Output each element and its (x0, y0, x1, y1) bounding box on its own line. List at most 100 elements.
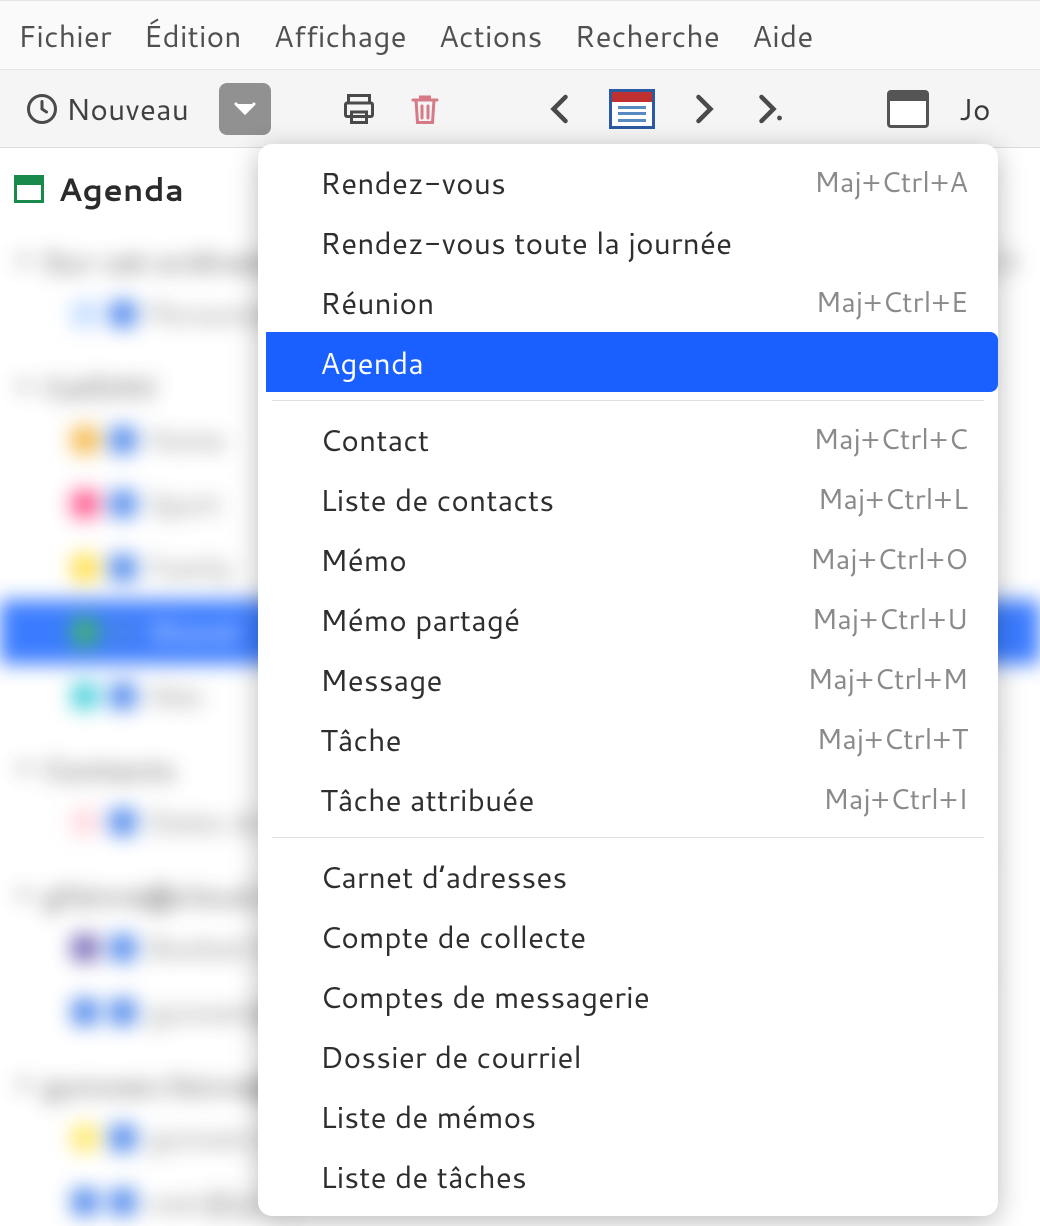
menu-item[interactable]: Comptes de messagerie (258, 966, 998, 1026)
menu-item-label: Contact (320, 418, 429, 461)
color-swatch-icon (110, 301, 136, 327)
menu-view[interactable]: Affichage (274, 14, 407, 57)
chevron-down-icon (234, 102, 256, 116)
goto-date-button[interactable] (887, 83, 929, 135)
color-swatch-icon (72, 301, 98, 327)
menu-item-label: Comptes de messagerie (320, 975, 650, 1018)
menu-file[interactable]: Fichier (18, 14, 112, 57)
menu-item-label: Rendez-vous toute la journée (320, 221, 732, 264)
menu-item[interactable]: Rendez-vous Maj+Ctrl+A (258, 152, 998, 212)
menu-item-shortcut: Maj+Ctrl+O (810, 539, 968, 579)
menu-item[interactable]: RéunionMaj+Ctrl+E (258, 272, 998, 332)
menu-item-label: Rendez-vous (320, 161, 506, 204)
sidebar-item-label: Family (148, 548, 233, 588)
chevron-right-icon (685, 91, 721, 127)
menu-search[interactable]: Recherche (574, 14, 719, 57)
menu-item[interactable]: Mémo Maj+Ctrl+O (258, 529, 998, 589)
view-title: Agenda (58, 167, 184, 212)
menu-item-label: Agenda (320, 341, 424, 384)
menu-item[interactable]: Agenda (266, 332, 998, 392)
trash-icon (407, 91, 443, 127)
printer-icon (341, 91, 377, 127)
new-button[interactable]: Nouveau (24, 83, 189, 135)
today-button[interactable] (609, 83, 655, 135)
chevron-down-icon (16, 891, 32, 901)
menu-item[interactable]: Dossier de courriel (258, 1026, 998, 1086)
color-swatch-icon (110, 809, 136, 835)
color-swatch-icon (72, 999, 98, 1025)
menubar: Fichier Édition Affichage Actions Recher… (0, 0, 1040, 70)
menu-item[interactable]: Rendez-vous toute la journée (258, 212, 998, 272)
menu-item-label: Compte de collecte (320, 915, 586, 958)
menu-help[interactable]: Aide (752, 14, 813, 57)
sidebar-item-label: Home (148, 420, 225, 460)
menu-edit[interactable]: Édition (144, 14, 242, 57)
sidebar-group-label: CalDAV (42, 368, 157, 408)
jump-next-button[interactable] (751, 83, 787, 135)
menu-item[interactable]: TâcheMaj+Ctrl+T (258, 709, 998, 769)
menu-item[interactable]: Liste de tâches (258, 1146, 998, 1206)
color-swatch-icon (110, 555, 136, 581)
color-swatch-icon (72, 427, 98, 453)
chevron-right-dot-icon (751, 91, 787, 127)
prev-button[interactable] (543, 83, 579, 135)
menu-item-shortcut: Maj+Ctrl+M (807, 659, 968, 699)
color-swatch-icon (72, 619, 98, 645)
menu-item-shortcut: Maj+Ctrl+U (811, 599, 968, 639)
menu-item[interactable]: MessageMaj+Ctrl+M (258, 649, 998, 709)
new-dropdown-button[interactable] (219, 83, 271, 135)
menu-separator (272, 400, 984, 401)
print-button[interactable] (341, 83, 377, 135)
menu-item-label: Mémo (320, 538, 407, 581)
chevron-down-icon (16, 383, 32, 393)
menu-item[interactable]: Tâche attribuéeMaj+Ctrl+I (258, 769, 998, 829)
menu-item-shortcut: Maj+Ctrl+T (817, 719, 968, 759)
new-dropdown-menu: Rendez-vous Maj+Ctrl+A Rendez-vous toute l… (258, 144, 998, 1216)
calendar-today-icon (609, 89, 655, 129)
color-swatch-icon (110, 683, 136, 709)
menu-item-shortcut: Maj+Ctrl+L (818, 479, 968, 519)
next-button[interactable] (685, 83, 721, 135)
menu-item-label: Carnet d’adresses (320, 855, 567, 898)
menu-item-label: Liste de contacts (320, 478, 554, 521)
color-swatch-icon (110, 427, 136, 453)
sidebar-item-label: Alex (148, 676, 204, 716)
goto-date-label: Jo (959, 87, 991, 130)
menu-item-label: Liste de mémos (320, 1095, 536, 1138)
color-swatch-icon (72, 1125, 98, 1151)
color-swatch-icon (72, 809, 98, 835)
color-swatch-icon (72, 491, 98, 517)
sidebar-item-label: Shared (148, 612, 240, 652)
color-swatch-icon (110, 999, 136, 1025)
chevron-left-icon (543, 91, 579, 127)
chevron-down-icon (16, 765, 32, 775)
menu-item[interactable]: Liste de contacts Maj+Ctrl+L (258, 469, 998, 529)
menu-item[interactable]: Carnet d’adresses (258, 846, 998, 906)
menu-item-shortcut: Maj+Ctrl+C (813, 419, 968, 459)
color-swatch-icon (72, 683, 98, 709)
menu-item[interactable]: Contact Maj+Ctrl+C (258, 409, 998, 469)
menu-actions[interactable]: Actions (439, 14, 543, 57)
chevron-down-icon (16, 257, 32, 267)
menu-item-shortcut: Maj+Ctrl+A (814, 162, 968, 202)
menu-item-label: Mémo partagé (320, 598, 520, 641)
new-button-label: Nouveau (66, 87, 189, 130)
calendar-icon (887, 90, 929, 128)
toolbar: Nouveau (0, 70, 1040, 148)
delete-button[interactable] (407, 83, 443, 135)
color-swatch-icon (110, 491, 136, 517)
menu-item-label: Tâche attribuée (320, 778, 534, 821)
menu-item[interactable]: Liste de mémos (258, 1086, 998, 1146)
color-swatch-icon (110, 619, 136, 645)
menu-item-shortcut: Maj+Ctrl+E (816, 282, 968, 322)
menu-item-label: Liste de tâches (320, 1155, 527, 1198)
color-swatch-icon (110, 1189, 136, 1215)
chevron-down-icon (16, 1081, 32, 1091)
color-swatch-icon (110, 1125, 136, 1151)
menu-item[interactable]: Compte de collecte (258, 906, 998, 966)
menu-item[interactable]: Mémo partagé Maj+Ctrl+U (258, 589, 998, 649)
clock-icon (24, 91, 60, 127)
color-swatch-icon (72, 1189, 98, 1215)
color-swatch-icon (72, 935, 98, 961)
color-swatch-icon (110, 935, 136, 961)
